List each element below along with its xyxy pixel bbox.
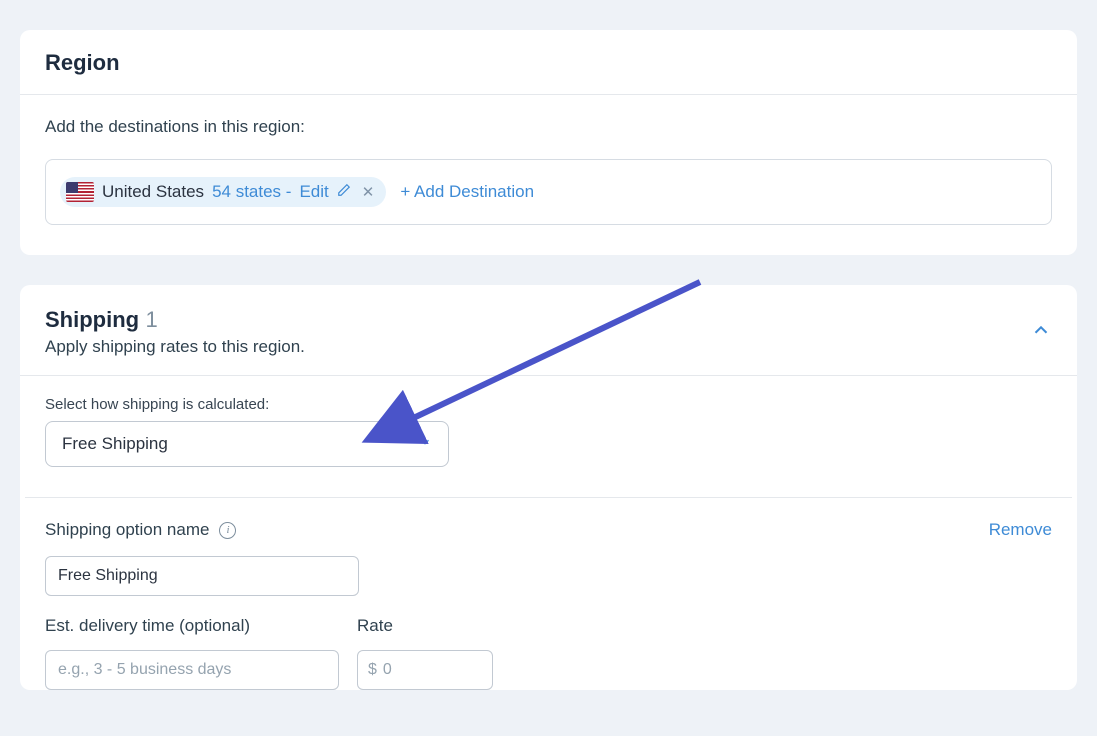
- region-body: Add the destinations in this region: Uni…: [20, 95, 1077, 255]
- delivery-rate-row: Est. delivery time (optional) Rate $: [45, 616, 1052, 690]
- option-name-input[interactable]: [45, 556, 359, 596]
- shipping-form-area: Select how shipping is calculated: Free …: [20, 376, 1077, 690]
- info-icon[interactable]: i: [219, 522, 236, 539]
- region-card: Region Add the destinations in this regi…: [20, 30, 1077, 255]
- remove-option-link[interactable]: Remove: [989, 520, 1052, 540]
- add-destination-button[interactable]: + Add Destination: [400, 182, 534, 202]
- option-head-row: Shipping option name i Remove: [45, 520, 1052, 540]
- pencil-icon[interactable]: [337, 183, 351, 202]
- shipping-number: 1: [146, 307, 158, 332]
- collapse-chevron-icon[interactable]: [1030, 319, 1052, 346]
- shipping-title: Shipping: [45, 307, 139, 332]
- option-name-label: Shipping option name: [45, 520, 209, 540]
- destination-country: United States: [102, 182, 204, 202]
- rate-input-wrap[interactable]: $: [357, 650, 493, 690]
- shipping-title-block: Shipping 1 Apply shipping rates to this …: [45, 307, 305, 357]
- destinations-box[interactable]: United States 54 states - Edit ✕ + Add D…: [45, 159, 1052, 225]
- destination-states-count[interactable]: 54 states -: [212, 182, 291, 202]
- shipping-calc-select[interactable]: Free Shipping: [45, 421, 449, 467]
- region-instruction: Add the destinations in this region:: [45, 117, 1052, 137]
- rate-field: Rate $: [357, 616, 493, 690]
- destination-edit-link[interactable]: Edit: [299, 182, 328, 202]
- delivery-field: Est. delivery time (optional): [45, 616, 339, 690]
- shipping-subtitle: Apply shipping rates to this region.: [45, 337, 305, 357]
- option-name-label-wrap: Shipping option name i: [45, 520, 236, 540]
- delivery-time-input[interactable]: [45, 650, 339, 690]
- shipping-calc-value: Free Shipping: [62, 434, 168, 454]
- calc-label: Select how shipping is calculated:: [45, 396, 1052, 413]
- currency-symbol: $: [368, 661, 377, 679]
- us-flag-icon: [66, 182, 94, 202]
- destination-remove-icon[interactable]: ✕: [359, 183, 375, 201]
- section-divider: [25, 497, 1072, 498]
- chevron-down-icon: [418, 434, 432, 454]
- destination-chip-us[interactable]: United States 54 states - Edit ✕: [60, 177, 386, 207]
- shipping-card: Shipping 1 Apply shipping rates to this …: [20, 285, 1077, 690]
- delivery-label: Est. delivery time (optional): [45, 616, 339, 636]
- rate-label: Rate: [357, 616, 493, 636]
- rate-input[interactable]: [383, 661, 482, 679]
- region-title: Region: [45, 50, 1052, 76]
- region-header: Region: [20, 30, 1077, 95]
- shipping-header: Shipping 1 Apply shipping rates to this …: [20, 285, 1077, 376]
